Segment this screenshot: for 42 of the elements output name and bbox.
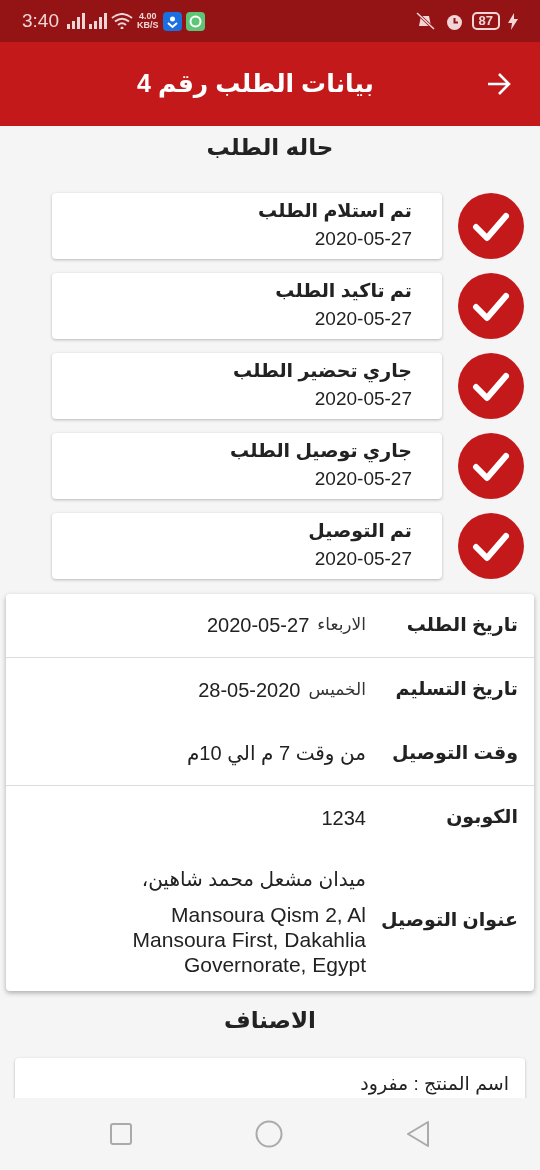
step-title: جاري تحضير الطلب xyxy=(232,358,412,385)
detail-label: تاريخ الطلب xyxy=(405,612,518,638)
step-date: 2020-05-27 xyxy=(313,307,412,331)
signal-icon xyxy=(89,13,107,29)
detail-label: وقت التوصيل xyxy=(390,740,518,766)
address-line: Mansoura Qism 2, Al Mansoura First, Dakahlia Governorate, Egypt xyxy=(131,901,366,978)
battery-level: 87 xyxy=(471,11,500,31)
wifi-icon xyxy=(111,13,133,29)
signal-icon xyxy=(67,13,85,29)
step-title: جاري توصيل الطلب xyxy=(229,438,412,465)
app-bar-title: بيانات الطلب رقم 4 xyxy=(137,68,374,100)
network-speed: 4.00 xyxy=(137,12,158,21)
app-icon xyxy=(185,11,205,31)
back-arrow-icon[interactable] xyxy=(486,72,512,96)
step-date: 2020-05-27 xyxy=(313,467,412,491)
detail-value: 1234 xyxy=(321,805,366,831)
app-icon xyxy=(162,11,182,31)
back-button[interactable] xyxy=(406,1121,431,1147)
clock-time: 3:40 xyxy=(22,8,59,33)
detail-label: عنوان التوصيل xyxy=(379,908,518,933)
detail-label: تاريخ التسليم xyxy=(394,677,518,702)
detail-value: 2020-05-27 xyxy=(206,613,310,638)
step-date: 2020-05-27 xyxy=(313,227,412,251)
recents-button[interactable] xyxy=(109,1123,132,1145)
step-date: 2020-05-27 xyxy=(313,547,412,571)
detail-day: الاربعاء xyxy=(317,612,366,638)
step-date: 2020-05-27 xyxy=(313,387,412,411)
detail-value: من وقت 7 م الي 10م xyxy=(186,741,366,768)
section-title: الاصناف xyxy=(223,1006,317,1036)
address-line: ميدان مشعل محمد شاهين، xyxy=(140,866,366,893)
charging-icon xyxy=(508,12,518,30)
detail-day: الخميس xyxy=(308,676,366,703)
home-button[interactable] xyxy=(255,1120,283,1148)
detail-label: الكوبون xyxy=(445,805,518,830)
mute-icon xyxy=(414,12,437,30)
step-title: تم استلام الطلب xyxy=(257,198,412,224)
product-name: اسم المنتج : مفرود xyxy=(360,1072,509,1094)
speed-unit: KB/S xyxy=(137,21,159,30)
step-title: تم التوصيل xyxy=(307,518,412,544)
section-title: حاله الطلب xyxy=(205,133,335,162)
step-title: تم تاكيد الطلب xyxy=(274,278,412,303)
detail-value: 28-05-2020 xyxy=(198,677,301,703)
